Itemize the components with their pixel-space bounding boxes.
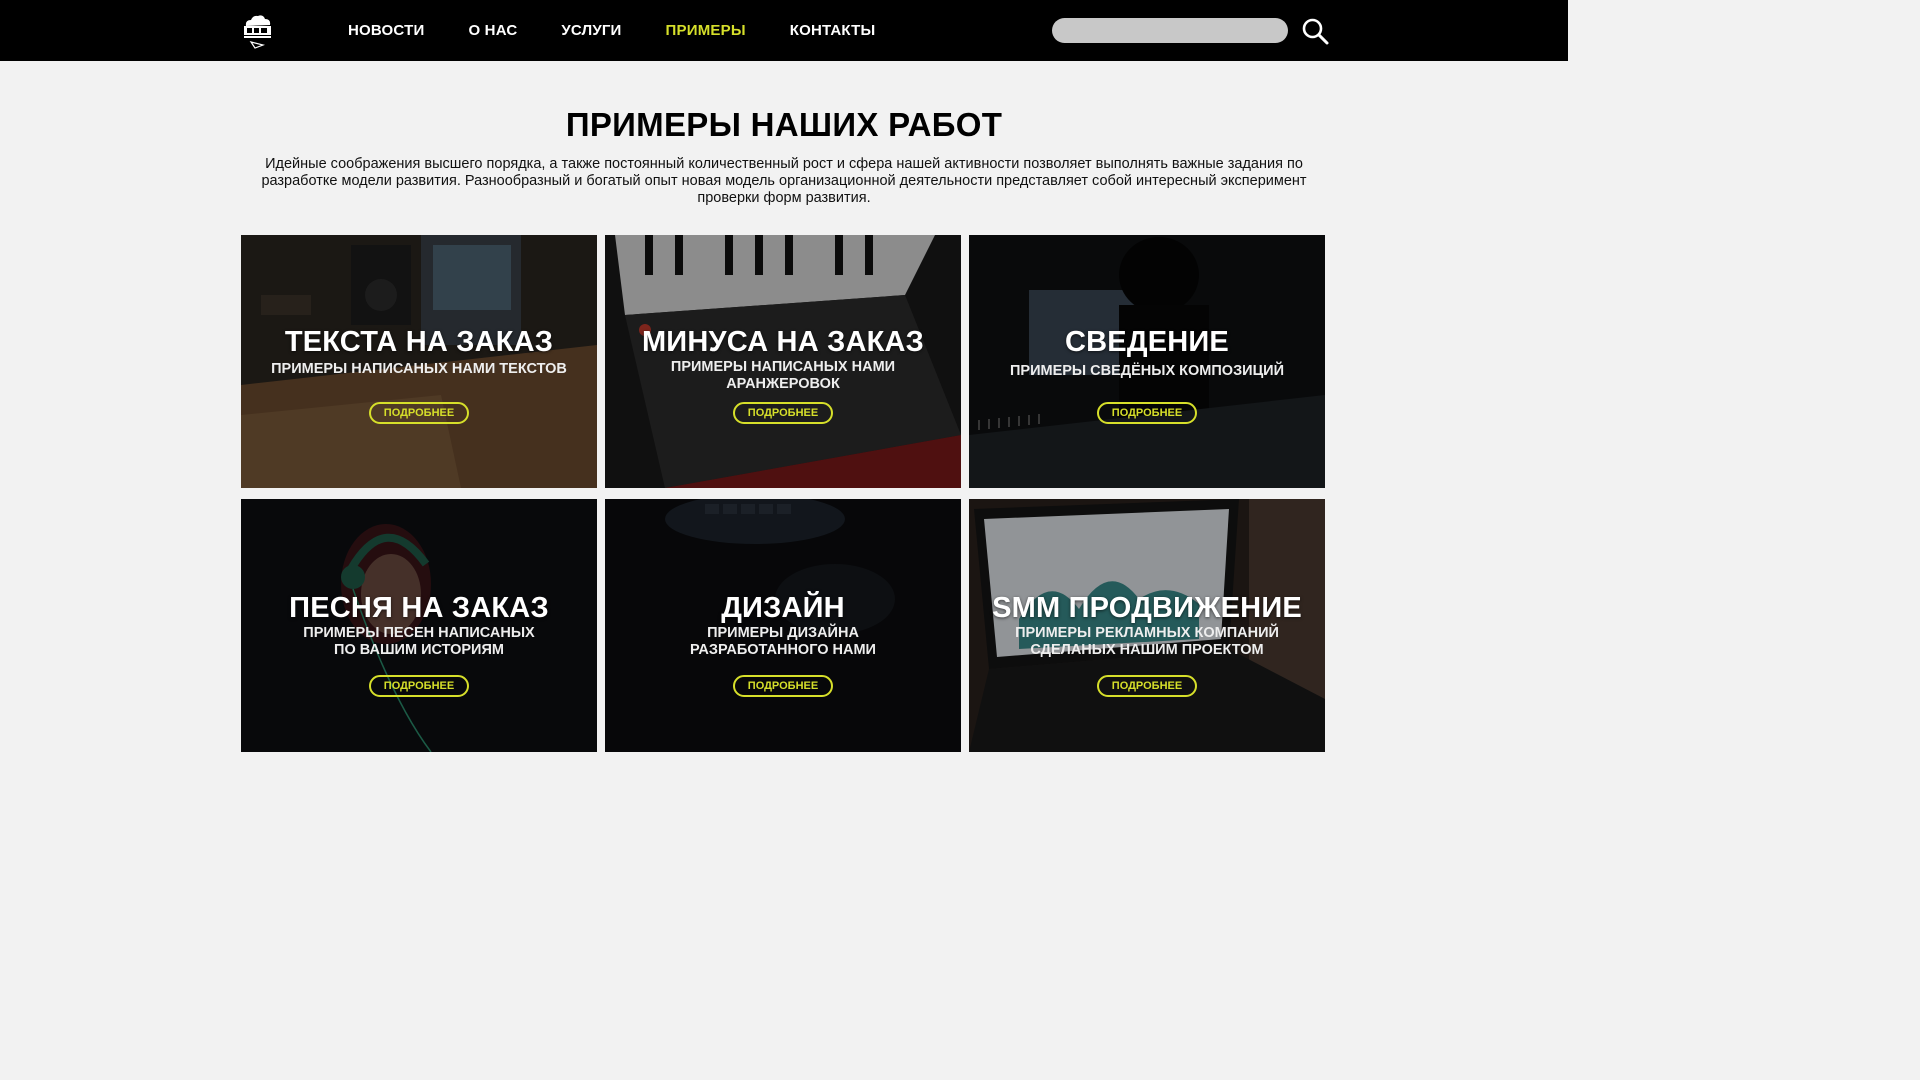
- card-beats[interactable]: МИНУСА НА ЗАКАЗ ПРИМЕРЫ НАПИСАНЫХ НАМИ А…: [605, 235, 961, 488]
- card-song[interactable]: ПЕСНЯ НА ЗАКАЗ ПРИМЕРЫ ПЕСЕН НАПИСАНЫХ П…: [241, 499, 597, 752]
- card-content: СВЕДЕНИЕ ПРИМЕРЫ СВЕДЁНЫХ КОМПОЗИЦИЙ ПОД…: [969, 235, 1325, 488]
- more-button[interactable]: ПОДРОБНЕЕ: [369, 402, 469, 424]
- main-nav: НОВОСТИ О НАС УСЛУГИ ПРИМЕРЫ КОНТАКТЫ: [348, 0, 919, 61]
- card-lyrics[interactable]: ТЕКСТА НА ЗАКАЗ ПРИМЕРЫ НАПИСАНЫХ НАМИ Т…: [241, 235, 597, 488]
- nav-item-news[interactable]: НОВОСТИ: [348, 22, 424, 39]
- card-content: SMM ПРОДВИЖЕНИЕ ПРИМЕРЫ РЕКЛАМНЫХ КОМПАН…: [969, 499, 1325, 752]
- more-button[interactable]: ПОДРОБНЕЕ: [1097, 402, 1197, 424]
- card-content: ПЕСНЯ НА ЗАКАЗ ПРИМЕРЫ ПЕСЕН НАПИСАНЫХ П…: [241, 499, 597, 752]
- card-subtitle: ПРИМЕРЫ НАПИСАНЫХ НАМИ АРАНЖЕРОВОК: [670, 359, 896, 392]
- more-button[interactable]: ПОДРОБНЕЕ: [369, 675, 469, 697]
- card-subtitle: ПРИМЕРЫ РЕКЛАМНЫХ КОМПАНИЙ СДЕЛАНЫХ НАШИ…: [1015, 625, 1279, 658]
- page-title: ПРИМЕРЫ НАШИХ РАБОТ: [565, 106, 1003, 143]
- card-title: СВЕДЕНИЕ: [1065, 326, 1229, 358]
- card-subtitle: ПРИМЕРЫ СВЕДЁНЫХ КОМПОЗИЦИЙ: [1009, 363, 1285, 379]
- top-navigation-bar: НОВОСТИ О НАС УСЛУГИ ПРИМЕРЫ КОНТАКТЫ: [0, 0, 1568, 61]
- intro-paragraph: Идейные соображения высшего порядка, а т…: [261, 156, 1307, 206]
- nav-item-contacts[interactable]: КОНТАКТЫ: [790, 22, 876, 39]
- card-title: МИНУСА НА ЗАКАЗ: [641, 326, 925, 358]
- search-icon[interactable]: [1300, 16, 1330, 46]
- card-content: ТЕКСТА НА ЗАКАЗ ПРИМЕРЫ НАПИСАНЫХ НАМИ Т…: [241, 235, 597, 488]
- more-button[interactable]: ПОДРОБНЕЕ: [733, 675, 833, 697]
- more-button[interactable]: ПОДРОБНЕЕ: [1097, 675, 1197, 697]
- card-subtitle: ПРИМЕРЫ НАПИСАНЫХ НАМИ ТЕКСТОВ: [271, 361, 567, 377]
- nav-item-services[interactable]: УСЛУГИ: [561, 22, 621, 39]
- nav-item-examples[interactable]: ПРИМЕРЫ: [666, 22, 746, 39]
- works-grid: ТЕКСТА НА ЗАКАЗ ПРИМЕРЫ НАПИСАНЫХ НАМИ Т…: [241, 235, 1325, 752]
- search-input[interactable]: [1052, 18, 1288, 43]
- card-title: ПЕСНЯ НА ЗАКАЗ: [289, 592, 549, 624]
- logo-cloud-icon[interactable]: [241, 12, 273, 50]
- card-title: ДИЗАЙН: [721, 592, 845, 624]
- card-smm[interactable]: SMM ПРОДВИЖЕНИЕ ПРИМЕРЫ РЕКЛАМНЫХ КОМПАН…: [969, 499, 1325, 752]
- nav-item-about[interactable]: О НАС: [468, 22, 517, 39]
- card-design[interactable]: ДИЗАЙН ПРИМЕРЫ ДИЗАЙНА РАЗРАБОТАННОГО НА…: [605, 499, 961, 752]
- card-title: SMM ПРОДВИЖЕНИЕ: [992, 592, 1302, 624]
- card-content: МИНУСА НА ЗАКАЗ ПРИМЕРЫ НАПИСАНЫХ НАМИ А…: [605, 235, 961, 488]
- card-title: ТЕКСТА НА ЗАКАЗ: [284, 326, 554, 358]
- card-content: ДИЗАЙН ПРИМЕРЫ ДИЗАЙНА РАЗРАБОТАННОГО НА…: [605, 499, 961, 752]
- more-button[interactable]: ПОДРОБНЕЕ: [733, 402, 833, 424]
- card-mixing[interactable]: СВЕДЕНИЕ ПРИМЕРЫ СВЕДЁНЫХ КОМПОЗИЦИЙ ПОД…: [969, 235, 1325, 488]
- card-subtitle: ПРИМЕРЫ ПЕСЕН НАПИСАНЫХ ПО ВАШИМ ИСТОРИЯ…: [303, 625, 535, 658]
- card-subtitle: ПРИМЕРЫ ДИЗАЙНА РАЗРАБОТАННОГО НАМИ: [690, 625, 876, 658]
